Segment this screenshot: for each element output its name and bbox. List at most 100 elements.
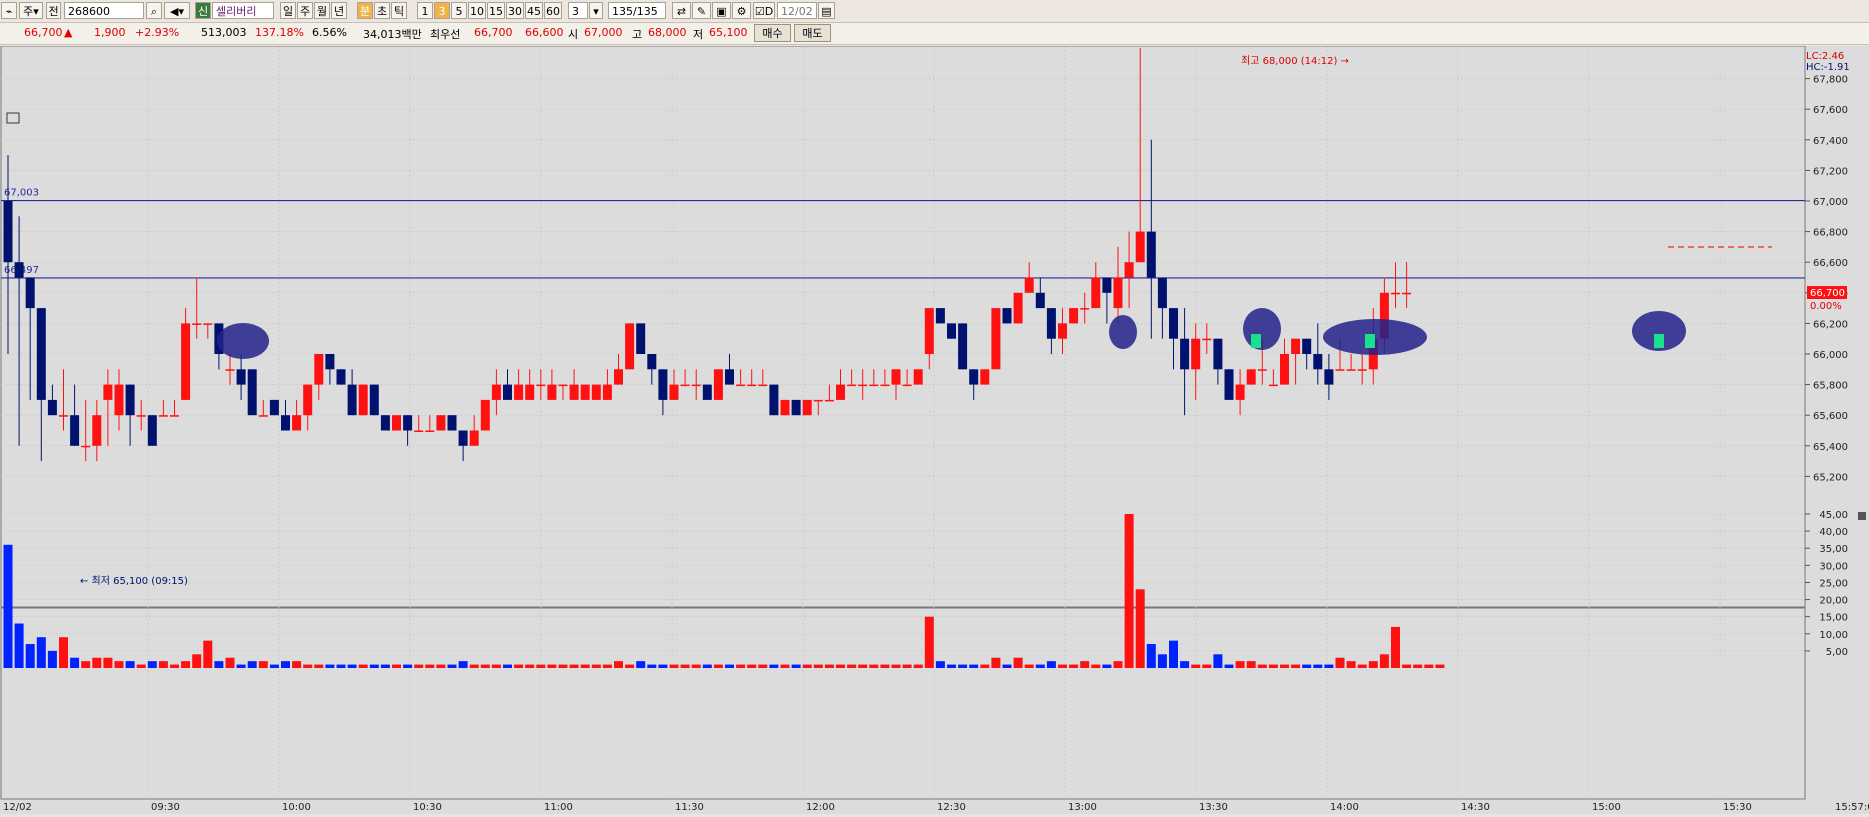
volume-bar bbox=[3, 544, 13, 668]
type-selector[interactable]: 주▾ bbox=[19, 2, 43, 19]
volume-bar bbox=[380, 664, 390, 668]
highlight-ellipse bbox=[1243, 308, 1281, 350]
draw-icon[interactable]: ✎ bbox=[692, 2, 711, 19]
gear-icon[interactable]: ⚙ bbox=[732, 2, 751, 19]
interval-5[interactable]: 5 bbox=[451, 2, 467, 19]
volume-bar bbox=[580, 664, 590, 668]
candle-body bbox=[147, 415, 157, 446]
candle-body bbox=[81, 445, 91, 448]
volume-bar bbox=[1280, 664, 1289, 668]
candle-body bbox=[769, 384, 779, 416]
interval-30[interactable]: 30 bbox=[506, 2, 524, 19]
search-icon[interactable]: ⌕ bbox=[146, 2, 162, 19]
volume-bar bbox=[1213, 654, 1223, 668]
candle-body bbox=[980, 369, 990, 385]
interval-input[interactable]: 3 bbox=[568, 2, 588, 19]
volume-bar bbox=[1091, 664, 1101, 668]
volume-bar bbox=[392, 664, 401, 668]
volume-tick-label: 25,00 bbox=[1819, 578, 1848, 589]
price-tick-label: 67,800 bbox=[1813, 75, 1848, 86]
calendar-icon[interactable]: ▤ bbox=[818, 2, 835, 19]
buy-button[interactable]: 매수 bbox=[754, 24, 791, 42]
volume-bar bbox=[247, 661, 257, 668]
candle-body bbox=[591, 384, 601, 400]
volume-bar bbox=[858, 664, 868, 668]
candle-body bbox=[1280, 354, 1289, 385]
stock-name[interactable]: 셀리버리 bbox=[212, 2, 274, 19]
volume-bar bbox=[14, 623, 24, 668]
candle-body bbox=[325, 354, 335, 370]
interval-3[interactable]: 3 bbox=[434, 2, 450, 19]
count-input[interactable]: 135/135 bbox=[608, 2, 666, 19]
high-annotation: 최고 68,000 (14:12) → bbox=[1241, 55, 1349, 67]
save-icon[interactable]: ▣ bbox=[712, 2, 731, 19]
candle-body bbox=[991, 308, 1001, 370]
quote-bar: 66,700 ▲ 1,900 +2.93% 513,003 137.18% 6.… bbox=[0, 23, 1869, 45]
volume-bar bbox=[1013, 657, 1023, 668]
volume-bar bbox=[991, 657, 1001, 668]
volume-bar bbox=[458, 661, 468, 668]
candle-body bbox=[969, 369, 979, 385]
interval-15[interactable]: 15 bbox=[487, 2, 505, 19]
candle-body bbox=[902, 384, 912, 387]
speaker-icon[interactable]: ◀▾ bbox=[164, 2, 190, 19]
candle-body bbox=[491, 384, 501, 400]
volume-bar bbox=[1379, 654, 1389, 668]
candle-body bbox=[1257, 369, 1267, 371]
period-month[interactable]: 월 bbox=[314, 2, 330, 19]
candle-body bbox=[1302, 338, 1312, 354]
chart-area[interactable]: 67,00366,497 67,80067,60067,40067,20067,… bbox=[0, 45, 1869, 814]
candle-body bbox=[514, 384, 524, 400]
volume-bar bbox=[691, 664, 701, 668]
period-minute[interactable]: 분 bbox=[357, 2, 373, 19]
interval-60[interactable]: 60 bbox=[544, 2, 562, 19]
volume-bar bbox=[1058, 664, 1067, 668]
price-tick-label: 65,800 bbox=[1813, 381, 1848, 392]
volume-bar bbox=[935, 661, 945, 668]
candle-body bbox=[1069, 308, 1079, 324]
period-second[interactable]: 초 bbox=[374, 2, 390, 19]
volume-bar bbox=[1257, 664, 1267, 668]
volume-tick-label: 10,00 bbox=[1819, 630, 1848, 641]
volume-bar bbox=[958, 664, 968, 668]
candle-body bbox=[369, 384, 379, 416]
candle-body bbox=[203, 323, 213, 325]
volume-bar bbox=[980, 664, 990, 668]
chevron-down-icon[interactable]: ▾ bbox=[589, 2, 603, 19]
arrows-icon[interactable]: ⇄ bbox=[672, 2, 691, 19]
interval-45[interactable]: 45 bbox=[525, 2, 543, 19]
candle-body bbox=[1002, 308, 1012, 324]
candle-body bbox=[580, 384, 590, 400]
candle-body bbox=[1213, 338, 1223, 370]
stock-code-input[interactable]: 268600 bbox=[64, 2, 144, 19]
candle-body bbox=[1268, 384, 1278, 387]
volume-bar bbox=[1002, 664, 1012, 668]
candle-body bbox=[647, 354, 657, 370]
candle-body bbox=[1346, 369, 1356, 371]
candle-body bbox=[536, 384, 546, 387]
period-week[interactable]: 주 bbox=[297, 2, 313, 19]
candle-body bbox=[1391, 292, 1400, 295]
candlestick-chart[interactable]: 67,00366,497 67,80067,60067,40067,20067,… bbox=[0, 45, 1869, 814]
volume-bar bbox=[647, 664, 657, 668]
period-year[interactable]: 년 bbox=[331, 2, 347, 19]
time-tick-label: 14:30 bbox=[1461, 802, 1490, 813]
volume-bar bbox=[36, 637, 46, 668]
date-input[interactable]: 12/02 bbox=[777, 2, 817, 19]
chart-type-icon[interactable]: ⌁ bbox=[1, 2, 17, 19]
low-annotation: ← 최저 65,100 (09:15) bbox=[80, 575, 188, 587]
volume-bar bbox=[869, 664, 879, 668]
volume-bar bbox=[636, 661, 646, 668]
period-tick[interactable]: 틱 bbox=[391, 2, 407, 19]
volume-ratio: 137.18% bbox=[255, 26, 304, 39]
interval-10[interactable]: 10 bbox=[468, 2, 486, 19]
interval-1[interactable]: 1 bbox=[417, 2, 433, 19]
sell-button[interactable]: 매도 bbox=[794, 24, 831, 42]
volume-bar bbox=[902, 664, 912, 668]
volume-bar bbox=[147, 661, 157, 668]
market-selector[interactable]: 전 bbox=[46, 2, 61, 19]
date-check[interactable]: ☑D bbox=[753, 2, 775, 19]
volume-bar bbox=[769, 664, 779, 668]
period-day[interactable]: 일 bbox=[280, 2, 296, 19]
candle-body bbox=[1235, 384, 1245, 400]
